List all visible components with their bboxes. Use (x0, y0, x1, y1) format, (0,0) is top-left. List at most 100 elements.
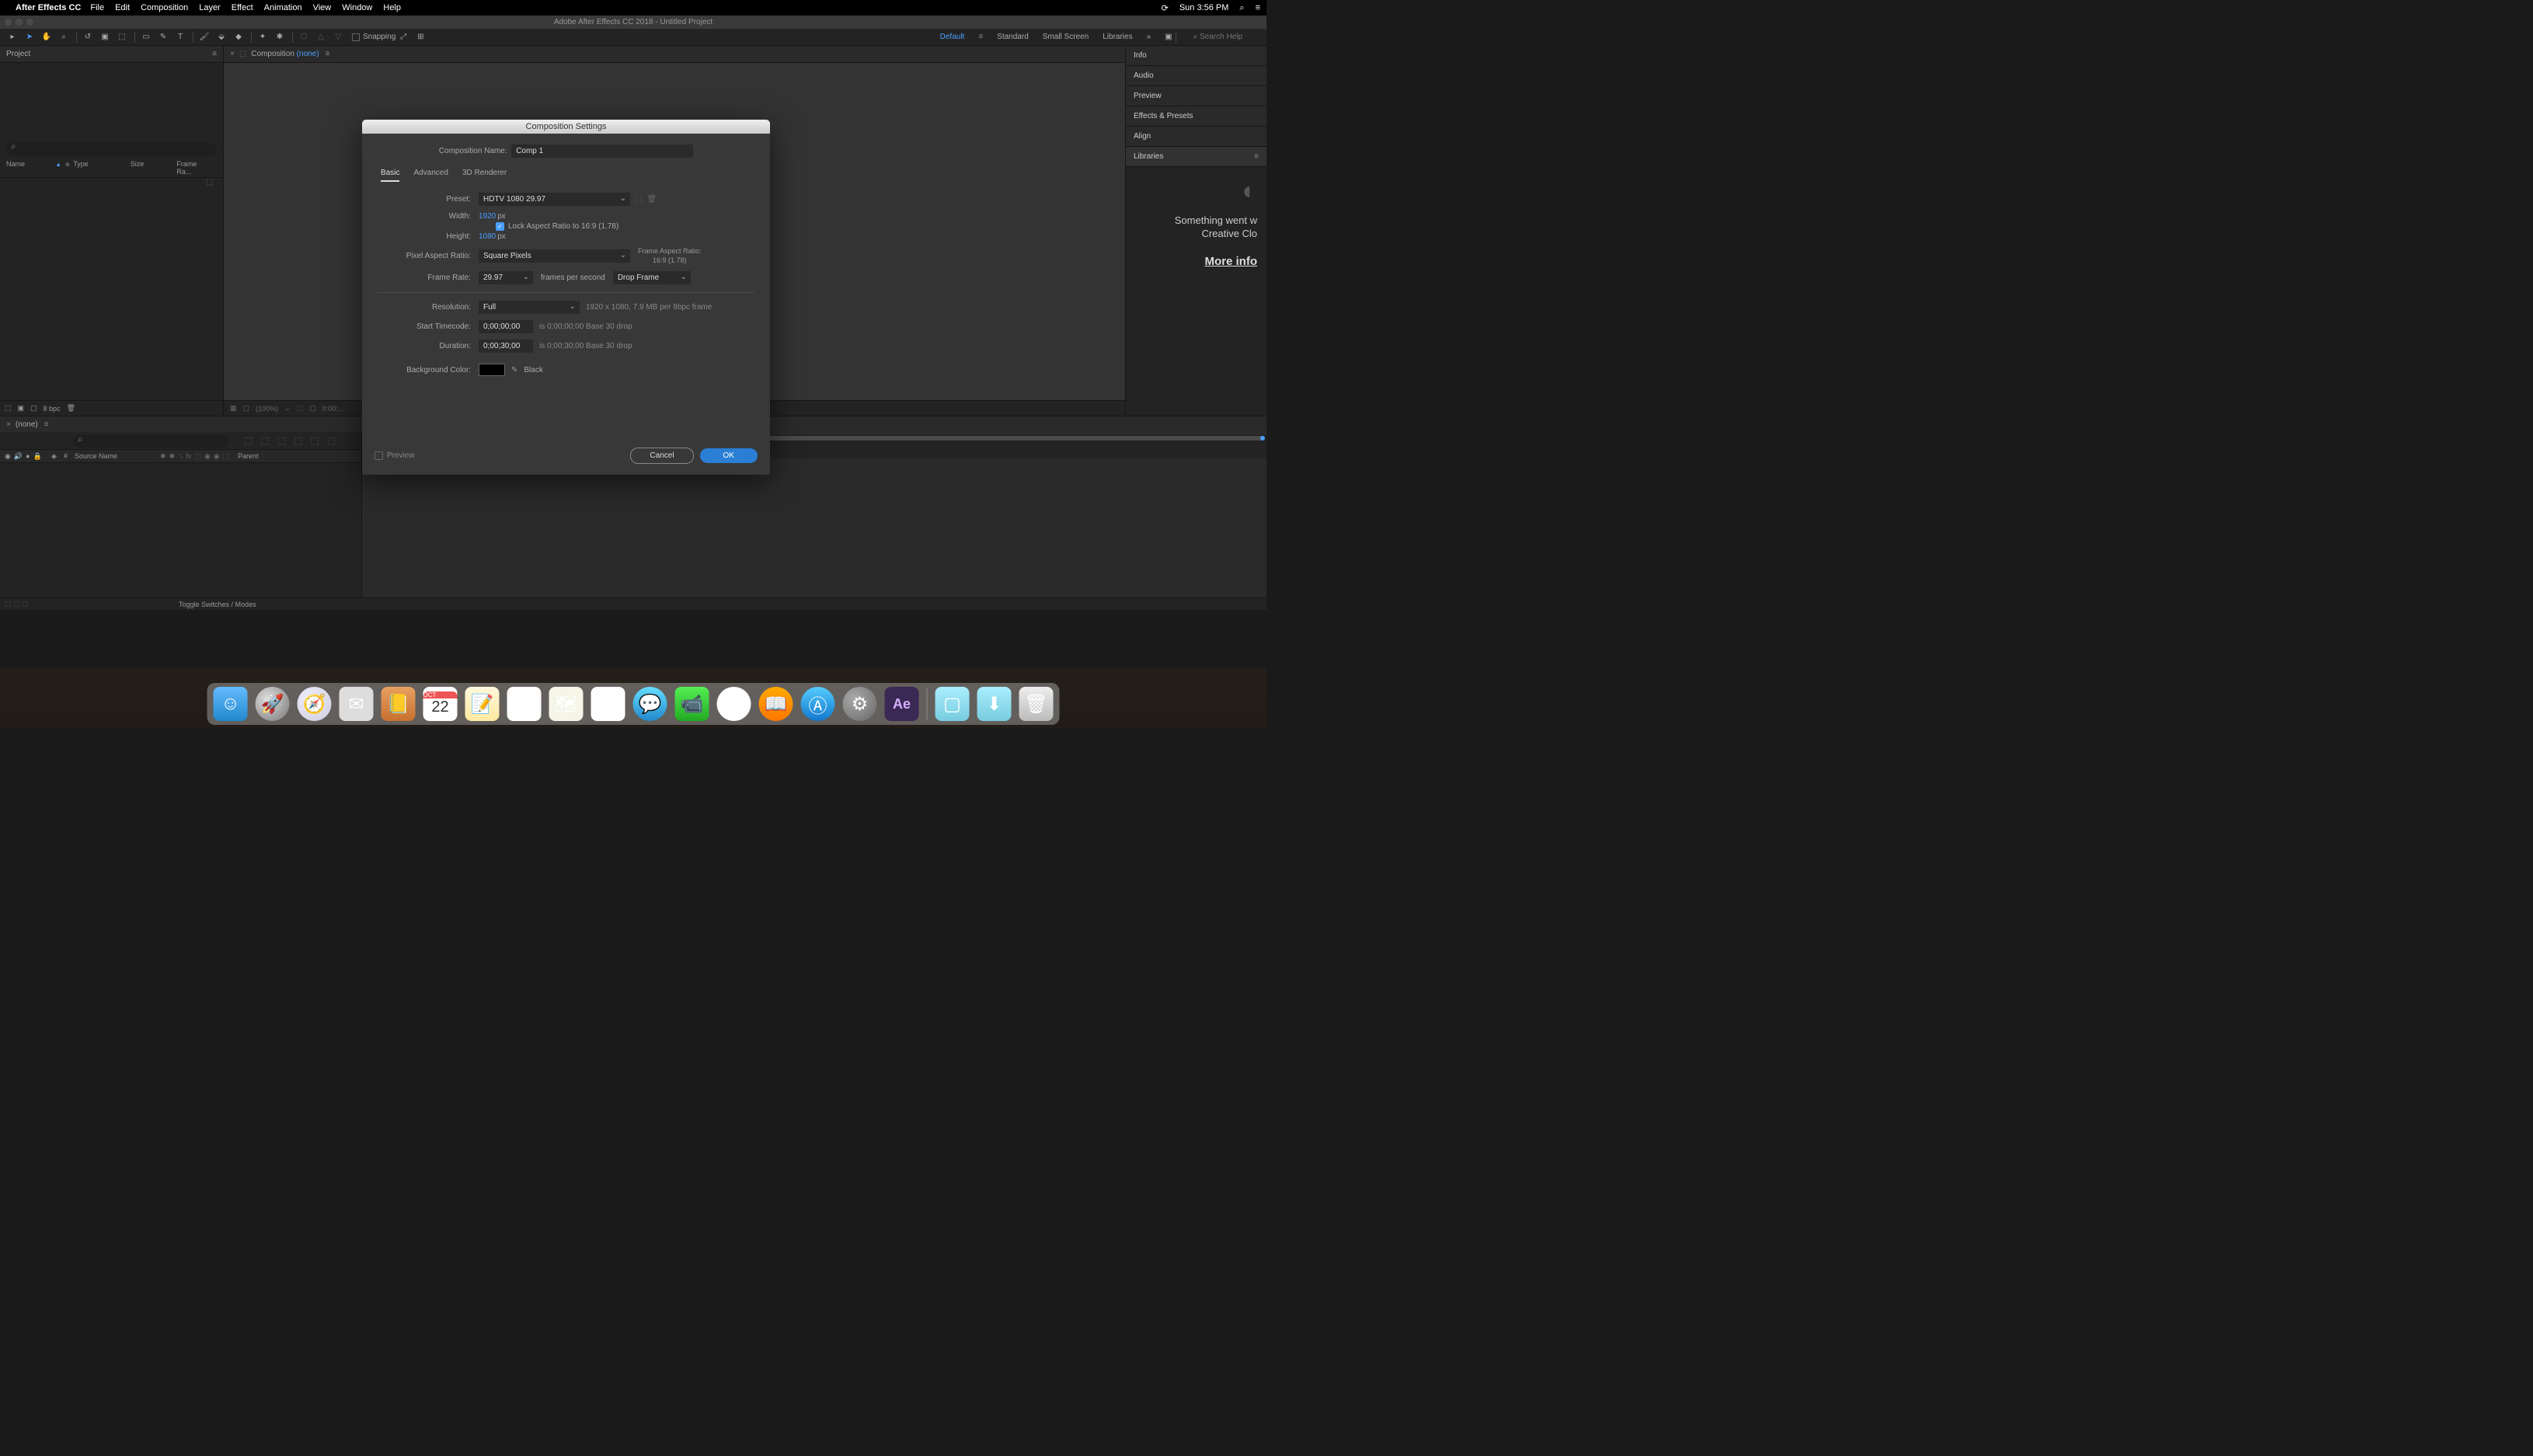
panel-menu-icon[interactable]: ≡ (212, 50, 217, 58)
dock-photos-icon[interactable]: ✿ (591, 687, 625, 721)
new-folder-icon[interactable]: ▢ (30, 404, 37, 413)
col-label-icon[interactable]: ◈ (64, 160, 70, 176)
libraries-menu-icon[interactable]: ≡ (1254, 152, 1259, 161)
tl-fx-icon[interactable]: ⬚ (310, 435, 319, 446)
preset-select[interactable]: HDTV 1080 29.97 (479, 193, 630, 206)
timecode-input[interactable] (479, 320, 533, 333)
snapping-checkbox[interactable] (352, 33, 360, 41)
more-info-link[interactable]: More info (1135, 255, 1257, 268)
channel-icon[interactable]: ▢ (309, 404, 316, 413)
dock-finder-icon[interactable]: ☺ (214, 687, 248, 721)
dock-applications-folder-icon[interactable]: ▢ (936, 687, 970, 721)
dock-syspref-icon[interactable]: ⚙ (843, 687, 877, 721)
menu-window[interactable]: Window (342, 3, 372, 12)
camera-tool-icon[interactable]: ▣ (97, 30, 113, 44)
clone-tool-icon[interactable]: ⬙ (214, 30, 229, 44)
dock-downloads-folder-icon[interactable]: ⬇ (977, 687, 1012, 721)
workspace-libraries[interactable]: Libraries (1103, 33, 1132, 41)
delete-icon[interactable]: 🗑 (67, 404, 75, 413)
close-icon[interactable]: × (230, 50, 235, 58)
workspace-overflow-icon[interactable]: » (1147, 33, 1152, 41)
tab-basic[interactable]: Basic (381, 169, 399, 182)
view-axis-icon[interactable]: ▽ (330, 30, 346, 44)
hand-tool-icon[interactable]: ✋ (39, 30, 54, 44)
menubar-clock[interactable]: Sun 3:56 PM (1179, 3, 1229, 12)
tl-footer-icon[interactable]: ⬚ ⬚ ⬚ (5, 600, 29, 608)
ok-button[interactable]: OK (700, 448, 758, 463)
dock-trash-icon[interactable]: 🗑 (1019, 687, 1054, 721)
workspace-menu-icon[interactable]: ≡ (978, 33, 983, 41)
col-name[interactable]: Name (6, 160, 38, 176)
dock-messages-icon[interactable]: 💬 (633, 687, 667, 721)
spotlight-icon[interactable]: ⌕ (1239, 3, 1244, 13)
tl-graph-icon[interactable]: ⬚ (294, 435, 302, 446)
dock-safari-icon[interactable]: 🧭 (298, 687, 332, 721)
framerate-select[interactable]: 29.97 (479, 271, 533, 284)
col-parent[interactable]: Parent (238, 452, 259, 460)
col-size[interactable]: Size (131, 160, 145, 176)
app-name[interactable]: After Effects CC (16, 3, 81, 12)
timeline-menu-icon[interactable]: ≡ (44, 420, 49, 429)
rotate-tool-icon[interactable]: ↺ (80, 30, 96, 44)
workspace-default[interactable]: Default (940, 33, 965, 41)
menu-layer[interactable]: Layer (199, 3, 221, 12)
text-tool-icon[interactable]: T (172, 30, 188, 44)
tab-advanced[interactable]: Advanced (413, 169, 448, 182)
roto-tool-icon[interactable]: ✦ (255, 30, 270, 44)
dock-calendar-icon[interactable]: OCT 22 (423, 687, 458, 721)
project-items-area[interactable] (0, 189, 223, 401)
new-comp-icon[interactable]: ▣ (18, 404, 25, 413)
bpc-label[interactable]: 8 bpc (44, 405, 61, 413)
col-source-name[interactable]: Source Name (75, 452, 160, 460)
col-number[interactable]: # (64, 452, 75, 460)
menu-help[interactable]: Help (383, 3, 401, 12)
selection-tool-icon[interactable]: ➤ (22, 30, 37, 44)
height-value[interactable]: 1080 (479, 232, 496, 241)
menu-animation[interactable]: Animation (264, 3, 302, 12)
resolution-select[interactable]: Full (479, 301, 580, 314)
pan-behind-tool-icon[interactable]: ⬚ (114, 30, 130, 44)
solo-col-icon[interactable]: ● (26, 452, 30, 461)
menubar-extra-icon[interactable]: ⟳ (1162, 3, 1169, 13)
tab-3d-renderer[interactable]: 3D Renderer (462, 169, 507, 182)
grid-icon[interactable]: ▦ (230, 404, 237, 413)
zoom-tool-icon[interactable]: ⌕ (56, 30, 71, 44)
timeline-search-input[interactable] (73, 435, 228, 448)
par-select[interactable]: Square Pixels (479, 249, 630, 263)
panel-align[interactable]: Align (1126, 127, 1266, 147)
panel-effects-presets[interactable]: Effects & Presets (1126, 106, 1266, 127)
interpret-icon[interactable]: ⬚ (5, 404, 12, 413)
tl-blur-icon[interactable]: ⬚ (277, 435, 286, 446)
sort-arrow-icon[interactable]: ▴ (57, 160, 61, 176)
home-icon[interactable]: ▸ (5, 30, 20, 44)
res-icon[interactable]: ▢ (243, 404, 250, 413)
width-value[interactable]: 1920 (479, 212, 496, 221)
toggle-switches-button[interactable]: Toggle Switches / Modes (179, 601, 256, 608)
eyedropper-icon[interactable]: ✎ (511, 366, 517, 374)
dock-reminders-icon[interactable]: ☰ (507, 687, 542, 721)
label-col-icon[interactable]: ◈ (51, 452, 57, 460)
duration-input[interactable] (479, 340, 533, 353)
project-panel-tab[interactable]: Project ≡ (0, 46, 223, 63)
workspace-drawer-icon[interactable]: ▣ (1165, 33, 1172, 41)
tl-blend-icon[interactable]: ⬚ (260, 435, 269, 446)
lock-icon[interactable]: ⬚ (239, 50, 246, 58)
shape-tool-icon[interactable]: ▭ (138, 30, 154, 44)
pen-tool-icon[interactable]: ✎ (155, 30, 171, 44)
menubar-list-icon[interactable]: ≡ (1256, 3, 1260, 12)
cancel-button[interactable]: Cancel (630, 448, 693, 464)
save-preset-icon[interactable]: ⬚ (635, 195, 642, 204)
tl-3d-icon[interactable]: ⬚ (327, 435, 336, 446)
lock-col-icon[interactable]: 🔒 (33, 452, 42, 461)
comp-name-input[interactable] (511, 145, 693, 158)
dock-contacts-icon[interactable]: 📒 (382, 687, 416, 721)
dock-aftereffects-icon[interactable]: Ae (885, 687, 919, 721)
menu-view[interactable]: View (313, 3, 332, 12)
col-type[interactable]: Type (73, 160, 89, 176)
snap-opt-icon[interactable]: ⤢ (395, 30, 411, 44)
close-icon[interactable]: × (6, 420, 11, 429)
dock-facetime-icon[interactable]: 📹 (675, 687, 709, 721)
time-label[interactable]: 0:00:... (322, 405, 344, 413)
world-axis-icon[interactable]: △ (313, 30, 329, 44)
help-search-input[interactable] (1200, 33, 1262, 41)
